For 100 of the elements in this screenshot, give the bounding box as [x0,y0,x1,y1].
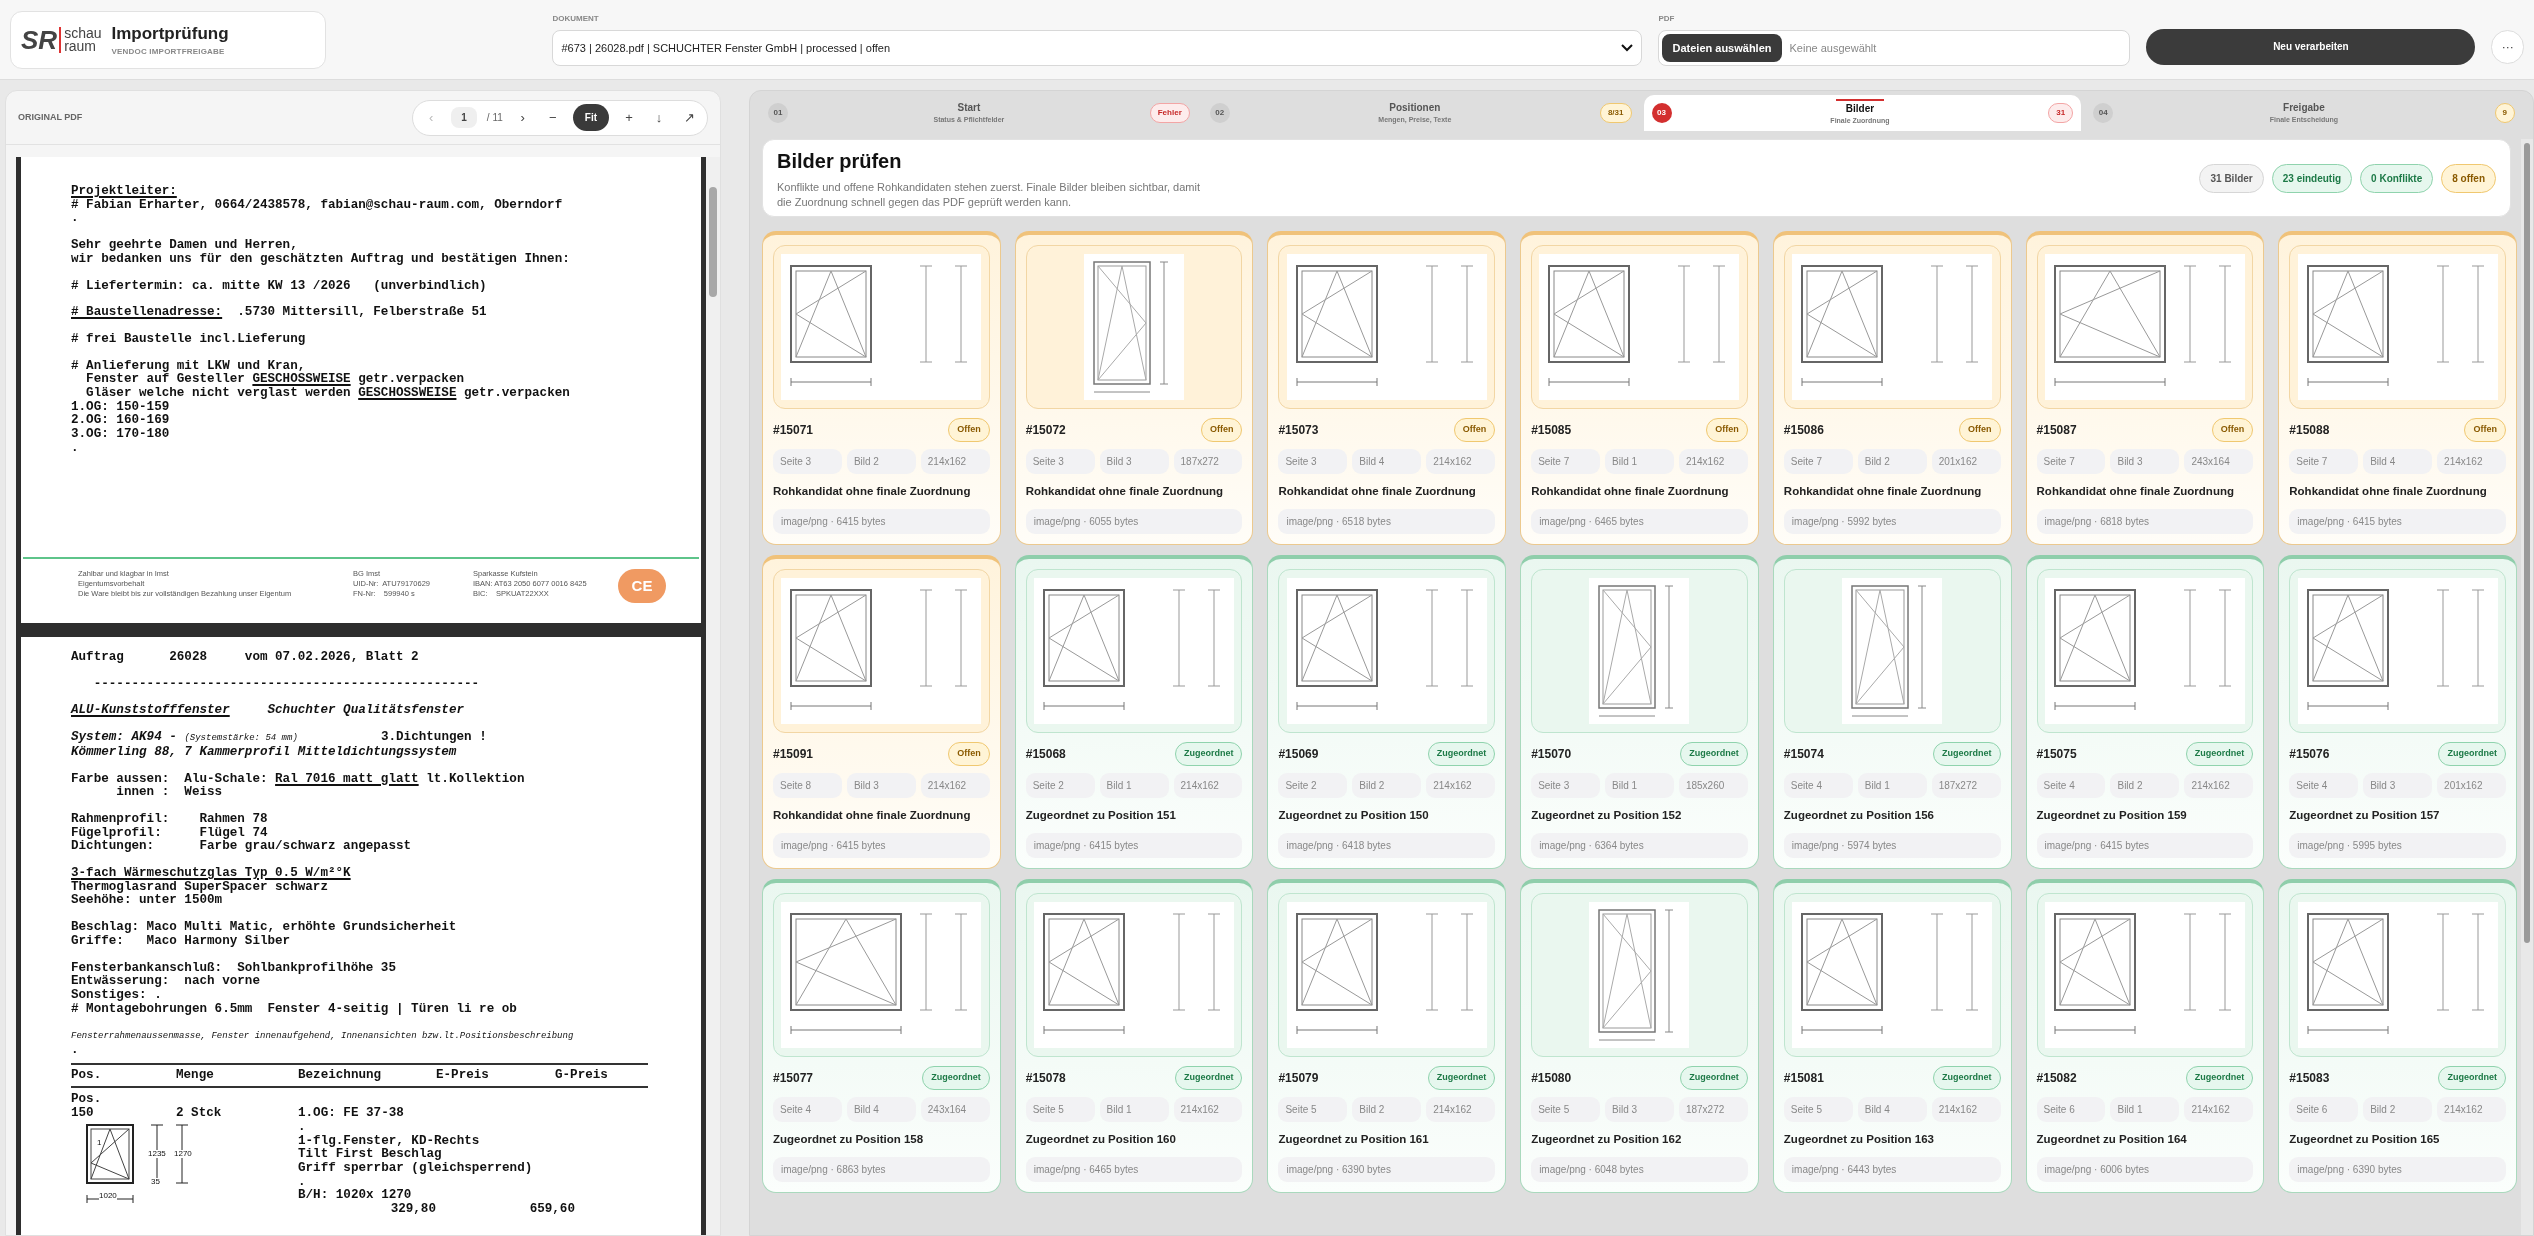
image-card[interactable]: #15078 Zugeordnet Seite 5 Bild 1 214x162 Zugeordnet zu Position 160 image/png · 6465 bytes [1014,879,1254,1193]
document-line: Dichtungen: Farbe grau/schwarz angepasst [71,840,413,855]
meta-chip: 214x162 [1173,772,1243,798]
image-card[interactable]: #15069 Zugeordnet Seite 2 Bild 2 214x162 Zugeordnet zu Position 150 image/png · 6418 bytes [1267,555,1507,869]
process-button[interactable]: Neu verarbeiten [2146,28,2476,65]
document-line: Projektleiter: [71,185,178,199]
position-text: Griff sperrbar (gleichsperrend) [298,1162,534,1176]
step-number: 01 [768,103,788,123]
image-card[interactable]: #15080 Zugeordnet Seite 5 Bild 3 187x272 Zugeordnet zu Position 162 image/png · 6048 bytes [1520,879,1759,1193]
assignment-note: Rohkandidat ohne finale Zuordnung [1278,483,1477,499]
document-line: # Baustellenadresse: .5730 Mittersill, Felberstraße 51 [71,306,488,320]
image-card[interactable]: #15076 Zugeordnet Seite 4 Bild 3 201x162 Zugeordnet zu Position 157 image/png · 5995 bytes [2278,555,2517,869]
page-input[interactable]: 1 [451,107,477,128]
choose-files-button[interactable]: Dateien auswählen [1662,33,1782,63]
step-number: 02 [1209,103,1230,123]
meta-chip: Bild 1 [1857,772,1927,798]
file-info: image/png · 6465 bytes [1531,509,1748,534]
meta-chip: Bild 2 [2110,772,2180,798]
image-card[interactable]: #15088 Offen Seite 7 Bild 4 214x162 Rohkandidat ohne finale Zuordnung image/png · 6415 bytes [2278,231,2517,545]
step-title: Bilder [1835,99,1885,117]
zoom-out-button[interactable]: − [542,107,563,128]
step-badge: 9 [2494,103,2515,123]
image-id: #15071 [773,422,814,439]
meta-chip: Bild 2 [1352,1096,1422,1122]
meta-chip: Bild 1 [2110,1096,2180,1122]
image-card[interactable]: #15072 Offen Seite 3 Bild 3 187x272 Rohkandidat ohne finale Zuordnung image/png · 6055 bytes [1014,231,1254,545]
image-card[interactable]: #15091 Offen Seite 8 Bild 3 214x162 Rohkandidat ohne finale Zuordnung image/png · 6415 bytes [762,555,1001,869]
image-card[interactable]: #15079 Zugeordnet Seite 5 Bild 2 214x162 Zugeordnet zu Position 161 image/png · 6390 bytes [1267,879,1507,1193]
file-info: image/png · 6818 bytes [2036,509,2254,534]
download-button[interactable]: ↓ [649,107,669,128]
meta-chip: Seite 6 [2289,1096,2359,1122]
status-badge: Zugeordnet [922,1066,990,1090]
meta-chip: 187x272 [1931,772,2001,798]
document-line: 2.OG: 160-169 [71,414,171,428]
image-id: #15083 [2289,1070,2330,1087]
meta-chip: Seite 4 [2289,772,2359,798]
meta-chip: Seite 3 [1531,772,1601,798]
position-text: Tilt First Beschlag [298,1148,443,1162]
meta-chip: 187x272 [1678,1096,1748,1122]
status-badge: Zugeordnet [1174,1066,1243,1090]
image-card[interactable]: #15070 Zugeordnet Seite 3 Bild 1 185x260 Zugeordnet zu Position 152 image/png · 6364 bytes [1520,555,1759,869]
image-card[interactable]: #15074 Zugeordnet Seite 4 Bild 1 187x272 Zugeordnet zu Position 156 image/png · 5974 bytes [1772,555,2012,869]
step-badge: 8/31 [1599,103,1632,123]
meta-chip: Seite 7 [2289,448,2359,474]
document-line: wir bedanken uns für den geschätzten Auftrag und bestätigen Ihnen: [71,252,571,267]
image-id: #15076 [2289,746,2330,763]
assignment-note: Zugeordnet zu Position 157 [2289,807,2441,823]
document-line: Farbe aussen: Alu-Schale: Ral 7016 matt glatt lt.Kollektion [71,772,526,786]
meta-chip: Seite 3 [1025,448,1095,474]
meta-chip: Seite 7 [1531,448,1601,474]
position-label: Pos. [71,1093,103,1107]
image-card[interactable]: #15071 Offen Seite 3 Bild 2 214x162 Rohkandidat ohne finale Zuordnung image/png · 6415 bytes [762,231,1001,545]
document-select[interactable]: #673 | 26028.pdf | SCHUCHTER Fenster GmbH | processed | offen [552,30,1643,66]
assignment-note: Zugeordnet zu Position 164 [2036,1131,2188,1147]
meta-chip: 185x260 [1678,772,1748,798]
meta-chip: 187x272 [1173,448,1243,474]
zoom-in-button[interactable]: + [619,107,639,128]
image-id: #15077 [773,1070,814,1087]
image-card[interactable]: #15083 Zugeordnet Seite 6 Bild 2 214x162 Zugeordnet zu Position 165 image/png · 6390 bytes [2278,879,2517,1193]
meta-chip: Seite 5 [1531,1096,1601,1122]
more-button[interactable]: ··· [2491,29,2524,64]
image-id: #15080 [1531,1070,1572,1087]
status-badge: Offen [948,418,990,442]
document-line: innen : Weiss [115,786,224,800]
file-field[interactable]: Dateien auswählen Keine ausgewählt [1658,30,2131,66]
document-line: Seehöhe: unter 1500m [71,894,224,909]
document-line: . [71,441,80,456]
image-card[interactable]: #15082 Zugeordnet Seite 6 Bild 1 214x162 Zugeordnet zu Position 164 image/png · 6006 bytes [2025,879,2265,1193]
image-id: #15091 [773,746,814,763]
image-card[interactable]: #15087 Offen Seite 7 Bild 3 243x164 Rohkandidat ohne finale Zuordnung image/png · 6818 bytes [2025,231,2265,545]
next-page-button[interactable]: › [512,107,533,128]
image-card[interactable]: #15073 Offen Seite 3 Bild 4 214x162 Rohkandidat ohne finale Zuordnung image/png · 6518 bytes [1267,231,1507,545]
image-card[interactable]: #15075 Zugeordnet Seite 4 Bild 2 214x162 Zugeordnet zu Position 159 image/png · 6415 bytes [2025,555,2265,869]
step-number: 03 [1651,103,1672,123]
position-number: 150 [71,1107,95,1121]
image-id: #15070 [1531,746,1572,763]
field-label: DOKUMENT [552,13,600,25]
meta-chip: Bild 1 [1099,1096,1169,1122]
meta-chip: 214x162 [1426,448,1496,474]
image-card[interactable]: #15081 Zugeordnet Seite 5 Bild 4 214x162 Zugeordnet zu Position 163 image/png · 6443 bytes [1772,879,2012,1193]
status-badge: Zugeordnet [2185,742,2254,766]
meta-chip: 214x162 [1173,1096,1243,1122]
status-badge: Zugeordnet [1933,1066,2001,1090]
dimension-label: 1020 [99,1191,117,1200]
fit-button[interactable]: Fit [572,104,609,131]
image-card[interactable]: #15086 Offen Seite 7 Bild 2 201x162 Rohkandidat ohne finale Zuordnung image/png · 5992 bytes [1772,231,2012,545]
open-external-button[interactable]: ↗ [679,107,699,128]
meta-chip: Bild 3 [2363,772,2433,798]
stat-pill: 31 Bilder [2199,163,2264,193]
image-id: #15075 [2036,746,2077,763]
assignment-note: Zugeordnet zu Position 162 [1531,1131,1683,1147]
document-line: # Anlieferung mit LKW und Kran, [71,359,307,373]
file-info: image/png · 6055 bytes [1025,509,1243,534]
image-card[interactable]: #15085 Offen Seite 7 Bild 1 214x162 Rohkandidat ohne finale Zuordnung image/png · 6465 bytes [1520,231,1759,545]
meta-chip: Bild 2 [1857,448,1927,474]
image-card[interactable]: #15068 Zugeordnet Seite 2 Bild 1 214x162 Zugeordnet zu Position 151 image/png · 6415 bytes [1014,555,1254,869]
image-card[interactable]: #15077 Zugeordnet Seite 4 Bild 4 243x164 Zugeordnet zu Position 158 image/png · 6863 bytes [762,879,1001,1193]
step-title: Start [957,101,981,116]
assignment-note: Zugeordnet zu Position 159 [2036,807,2188,823]
document-line: Entwässerung: nach vorne [71,975,261,989]
